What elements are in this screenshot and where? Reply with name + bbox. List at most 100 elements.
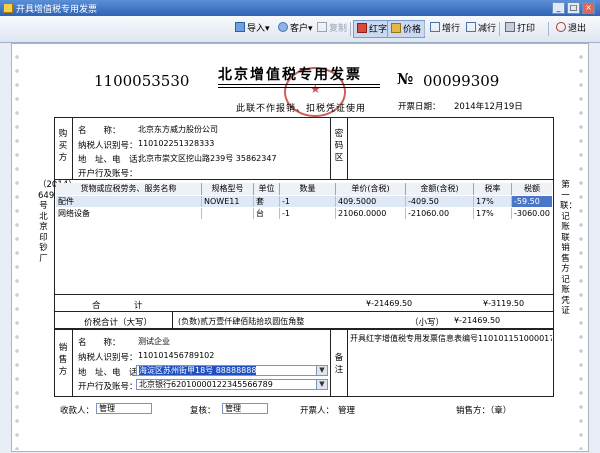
- cipher-area-label: 密码区: [334, 129, 344, 163]
- row-cell-amount[interactable]: -409.50: [406, 196, 474, 207]
- total-amount: ¥-21469.50: [366, 299, 413, 308]
- delete-row-button[interactable]: 减行: [463, 20, 499, 38]
- price-button[interactable]: 价格: [387, 20, 426, 38]
- date-label: 开票日期：: [398, 102, 441, 112]
- minimize-button[interactable]: _: [552, 2, 565, 14]
- row-cell-tax[interactable]: -3060.00: [512, 208, 552, 219]
- toolbar: 导入▾ 客户▾ 复制 红字 价格 增行 减行 打印 退出: [0, 16, 600, 43]
- row-cell-qty[interactable]: -1: [280, 208, 336, 219]
- red-letter-button[interactable]: 红字: [353, 20, 392, 38]
- seller-bank-combo[interactable]: 北京银行620100001223455667​89 ▼: [136, 379, 328, 390]
- grand-total-words-label: 价税合计（大写）: [84, 318, 153, 328]
- drawer-value: 管理: [338, 406, 356, 416]
- print-button[interactable]: 打印: [502, 20, 538, 38]
- payee-label: 收款人：: [60, 406, 95, 416]
- invoice-number: 00099309: [423, 72, 500, 90]
- row-cell-qty[interactable]: -1: [280, 196, 336, 207]
- row-cell-unit[interactable]: 套: [254, 196, 280, 207]
- seller-name-label: 名 称：: [78, 338, 121, 348]
- col-header-spec: 规格型号: [202, 183, 254, 195]
- row-cell-amount[interactable]: -21060.00: [406, 208, 474, 219]
- app-icon: [3, 3, 13, 13]
- close-button[interactable]: ×: [582, 2, 595, 14]
- seller-address-value[interactable]: 海淀区苏州街甲18号 88888888: [139, 366, 257, 375]
- col-header-unit: 单位: [254, 183, 280, 195]
- toolbar-separator: [424, 22, 425, 36]
- usage-note: 此联不作报销、扣税凭证使用: [236, 104, 367, 114]
- row-cell-tax[interactable]: -59.50: [512, 196, 552, 207]
- remarks-label: 备注: [334, 353, 344, 375]
- seller-taxid-label: 纳税人识别号：: [78, 353, 138, 363]
- maximize-button[interactable]: □: [567, 2, 580, 14]
- chevron-down-icon[interactable]: ▼: [316, 366, 327, 375]
- add-row-icon: [430, 22, 440, 32]
- import-button[interactable]: 导入▾: [232, 20, 273, 38]
- exit-icon: [556, 22, 566, 32]
- printer-icon: [505, 22, 515, 32]
- chevron-down-icon[interactable]: ▼: [316, 380, 327, 389]
- buyer-address-label: 地 址、电 话：: [78, 155, 147, 165]
- buyer-address[interactable]: 北京市崇文区挖山路239号 35862347: [138, 153, 277, 164]
- window-titlebar: 开具增值税专用发票 _ □ ×: [0, 0, 600, 16]
- seller-bank-label: 开户行及账号：: [78, 382, 138, 392]
- number-label: №: [397, 70, 414, 88]
- grand-total-small: ¥-21469.50: [454, 316, 501, 325]
- add-row-button[interactable]: 增行: [427, 20, 463, 38]
- printer-note: （2014）649号北京印钞厂: [38, 180, 77, 264]
- tractor-holes-left: [14, 50, 20, 450]
- tractor-holes-right: [578, 50, 584, 450]
- row-cell-spec[interactable]: [202, 208, 254, 219]
- invoice-code: 1100053530: [94, 72, 190, 90]
- row-cell-unit[interactable]: 台: [254, 208, 280, 219]
- row-cell-spec[interactable]: NOWE11: [202, 196, 254, 207]
- reviewer-label: 复核：: [190, 406, 216, 416]
- col-header-amount: 金额(含税): [406, 183, 474, 195]
- col-header-price: 单价(含税): [336, 183, 406, 195]
- buyer-section-label: 购买方: [58, 129, 68, 163]
- row-cell-rate[interactable]: 17%: [474, 208, 512, 219]
- copy-button[interactable]: 复制: [314, 20, 350, 38]
- col-header-name: 货物或应税劳务、服务名称: [56, 183, 202, 195]
- buyer-bank-label: 开户行及账号：: [78, 169, 138, 179]
- seller-bank-value[interactable]: 北京银行620100001223455667​89: [139, 380, 273, 389]
- grand-total-in-words: (负数)贰万壹仟肆佰陆拾玖圆伍角整: [178, 317, 305, 326]
- title-underline: [218, 84, 380, 88]
- col-header-tax: 税额: [512, 183, 552, 195]
- row-cell-price[interactable]: 21060.0000: [336, 208, 406, 219]
- exit-button[interactable]: 退出: [553, 20, 589, 38]
- red-letter-icon: [357, 23, 367, 33]
- col-header-qty: 数量: [280, 183, 336, 195]
- row-cell-name[interactable]: 配件: [56, 196, 202, 207]
- col-header-rate: 税率: [474, 183, 512, 195]
- copy-designation: 第一联：记账联 销售方记账凭证: [560, 180, 578, 316]
- buyer-name-label: 名 称：: [78, 126, 121, 136]
- total-label: 合 计: [92, 301, 145, 311]
- row-cell-price[interactable]: 409.5000: [336, 196, 406, 207]
- invoice-title: 北京增值税专用发票: [218, 67, 362, 83]
- remarks-text[interactable]: 开具红字增值税专用发票信息表编号1101011510000179: [350, 333, 552, 344]
- total-tax: ¥-3119.50: [483, 299, 525, 308]
- toolbar-separator: [548, 22, 549, 36]
- small-total-label: （小写）: [410, 318, 445, 328]
- buyer-taxid[interactable]: 110102251328333: [138, 139, 214, 148]
- payee-input[interactable]: 管理: [96, 403, 152, 414]
- toolbar-separator: [499, 22, 500, 36]
- reviewer-input[interactable]: 管理: [222, 403, 268, 414]
- customer-button[interactable]: 客户▾: [275, 20, 316, 38]
- seller-seal-label: 销售方：（章）: [456, 406, 512, 416]
- window-title: 开具增值税专用发票: [16, 5, 98, 15]
- seller-section-label: 销售方: [58, 343, 68, 377]
- delete-row-icon: [466, 22, 476, 32]
- seller-taxid[interactable]: 110101456789102: [138, 351, 214, 360]
- buyer-taxid-label: 纳税人识别号：: [78, 141, 138, 151]
- copy-icon: [317, 22, 327, 32]
- invoice-date: 2014年12月19日: [454, 102, 523, 112]
- seller-address-combo[interactable]: 海淀区苏州街甲18号 88888888 ▼: [136, 365, 328, 376]
- seller-name[interactable]: 测试企业: [138, 336, 170, 347]
- import-icon: [235, 22, 245, 32]
- buyer-name[interactable]: 北京东方威力股份公司: [138, 124, 218, 135]
- customer-icon: [278, 22, 288, 32]
- row-cell-rate[interactable]: 17%: [474, 196, 512, 207]
- row-cell-name[interactable]: 网络设备: [56, 208, 202, 219]
- price-icon: [391, 23, 401, 33]
